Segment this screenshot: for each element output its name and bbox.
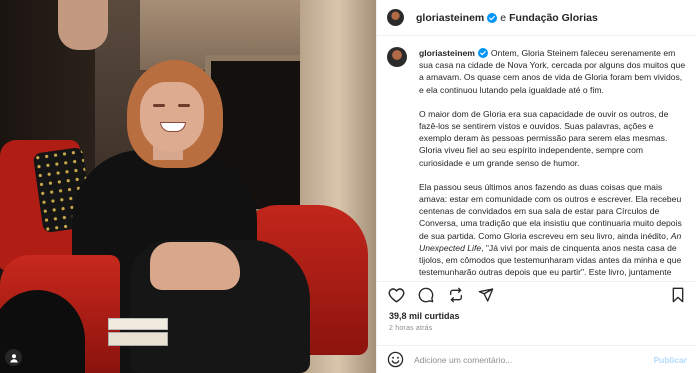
like-button[interactable]: [387, 286, 405, 304]
photo-background-person: [58, 0, 108, 50]
caption-text-3a: Ela passou seus últimos anos fazendo as …: [419, 181, 682, 241]
post-side-panel: gloriasteinem e Fundação Glorias glorias…: [376, 0, 696, 373]
caption-username[interactable]: gloriasteinem: [419, 47, 491, 59]
photo-woman-eye-right: [178, 104, 190, 107]
photo-books: [108, 318, 168, 358]
post-actions: [377, 281, 696, 307]
likes-count[interactable]: 39,8 mil curtidas: [389, 311, 460, 321]
post-photo[interactable]: [0, 0, 376, 373]
save-button[interactable]: [669, 286, 687, 304]
header-avatar[interactable]: [387, 9, 404, 26]
caption-area: gloriasteinem Ontem, Gloria Steinem falec…: [377, 36, 696, 281]
share-button[interactable]: [477, 286, 495, 304]
verified-badge-icon: [487, 12, 498, 23]
post-timestamp[interactable]: 2 horas atrás: [389, 325, 432, 332]
photo-woman-eye-left: [153, 104, 165, 107]
repost-icon: [450, 287, 462, 302]
heart-icon: [388, 287, 404, 302]
publish-button[interactable]: Publicar: [653, 355, 687, 365]
emoji-icon[interactable]: [387, 351, 404, 368]
repost-button[interactable]: [447, 286, 465, 304]
comment-button[interactable]: [417, 286, 435, 304]
photo-woman-face: [140, 82, 204, 152]
header-collaborator[interactable]: Fundação Glorias: [509, 12, 598, 24]
header-connector: e: [500, 11, 507, 24]
caption-avatar[interactable]: [387, 47, 407, 67]
caption-paragraph-3: Ela passou seus últimos anos fazendo as …: [419, 181, 686, 281]
photo-woman-hands: [150, 242, 240, 290]
comment-icon: [418, 287, 434, 302]
comment-input[interactable]: [414, 354, 654, 365]
share-icon: [478, 287, 494, 302]
caption-body: gloriasteinem Ontem, Gloria Steinem falec…: [419, 47, 686, 281]
comment-bar: Publicar: [377, 345, 696, 373]
caption-paragraph-1: gloriasteinem Ontem, Gloria Steinem falec…: [419, 47, 686, 96]
post-header: gloriasteinem e Fundação Glorias: [377, 0, 696, 36]
header-accounts: gloriasteinem e Fundação Glorias: [416, 12, 598, 24]
verified-badge-icon: [477, 48, 488, 59]
save-icon: [672, 287, 684, 302]
user-tag-icon[interactable]: [5, 349, 22, 366]
caption-paragraph-2: O maior dom de Gloria era sua capacidade…: [419, 108, 669, 168]
header-username[interactable]: gloriasteinem: [416, 12, 484, 24]
